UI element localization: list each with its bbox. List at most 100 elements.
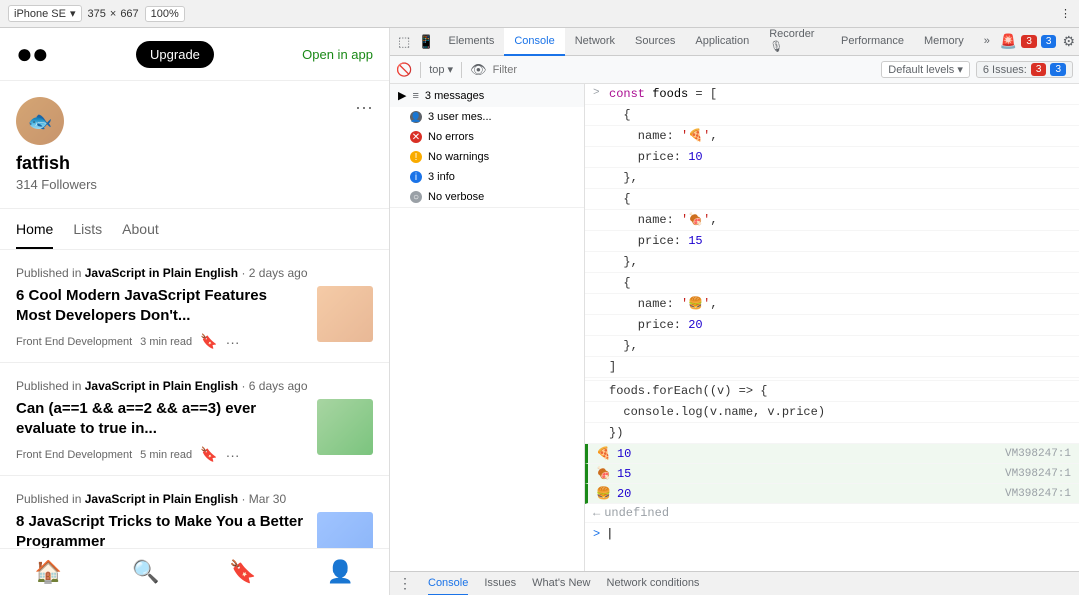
console-code-line: > const foods = [: [585, 84, 1079, 105]
default-levels-dropdown[interactable]: Default levels ▾: [881, 61, 970, 78]
tab-elements[interactable]: Elements: [438, 28, 504, 56]
sidebar-item-user-messages[interactable]: 👤 3 user mes...: [390, 107, 584, 127]
profile-header: 🐟 ···: [16, 97, 373, 145]
medium-topbar: ●● Upgrade Open in app: [0, 28, 389, 81]
height-value: 667: [120, 8, 138, 20]
console-code-line: name: '🍖',: [585, 210, 1079, 231]
tab-memory[interactable]: Memory: [914, 28, 974, 56]
zoom-selector[interactable]: 100%: [145, 6, 185, 22]
bottom-bar-options-icon[interactable]: ⋮: [398, 575, 412, 592]
bottom-tab-issues[interactable]: Issues: [484, 572, 516, 595]
output-source-3: VM398247:1: [1005, 488, 1071, 500]
article-title[interactable]: 8 JavaScript Tricks to Make You a Better…: [16, 512, 305, 551]
upgrade-button[interactable]: Upgrade: [136, 41, 214, 68]
no-errors-label: No errors: [428, 131, 474, 143]
article-title[interactable]: Can (a==1 && a==2 && a==3) ever evaluate…: [16, 399, 305, 438]
clear-console-icon[interactable]: 🚫: [396, 62, 412, 78]
issues-icon[interactable]: 🚨: [1000, 33, 1017, 50]
no-warnings-label: No warnings: [428, 151, 489, 163]
tab-recorder[interactable]: Recorder 🎙: [759, 28, 831, 56]
tab-performance[interactable]: Performance: [831, 28, 914, 56]
sidebar-group-messages-header[interactable]: ▶ ≡ 3 messages: [390, 84, 584, 107]
console-code-line: }): [585, 423, 1079, 444]
profile-options-icon[interactable]: ···: [355, 97, 373, 118]
tab-sources[interactable]: Sources: [625, 28, 685, 56]
nav-tab-home[interactable]: Home: [16, 221, 53, 249]
output-source-1: VM398247:1: [1005, 448, 1071, 460]
console-prompt[interactable]: > |: [585, 523, 1079, 545]
dimensions-display: 375 × 667: [88, 8, 139, 20]
article-time: · 6 days ago: [241, 379, 307, 393]
articles-list: Published in JavaScript in Plain English…: [0, 250, 389, 581]
article-item: Published in JavaScript in Plain English…: [0, 250, 389, 363]
sidebar-item-no-warnings[interactable]: ! No warnings: [390, 147, 584, 167]
tab-console[interactable]: Console: [504, 28, 564, 56]
eye-filter-icon[interactable]: 👁: [470, 62, 487, 78]
bookmark-icon[interactable]: 🔖: [200, 333, 217, 350]
bottom-tab-whats-new[interactable]: What's New: [532, 572, 590, 595]
console-code-line: price: 15: [585, 231, 1079, 252]
output-source-2: VM398247:1: [1005, 468, 1071, 480]
top-dropdown-button[interactable]: top ▾: [429, 63, 453, 76]
bottom-nav-search[interactable]: 🔍: [132, 559, 159, 585]
output-emoji-3: 🍔: [596, 486, 611, 501]
article-title[interactable]: 6 Cool Modern JavaScript Features Most D…: [16, 286, 305, 325]
nav-tab-about[interactable]: About: [122, 221, 159, 249]
console-sidebar: ▶ ≡ 3 messages 👤 3 user mes... ✕ No erro…: [390, 84, 585, 571]
user-messages-label: 3 user mes...: [428, 111, 492, 123]
undefined-arrow-icon: ←: [593, 506, 600, 520]
info-label: 3 info: [428, 171, 455, 183]
profile-nav: Home Lists About: [0, 209, 389, 250]
expand-chevron-icon: ▶: [398, 89, 406, 102]
tab-application[interactable]: Application: [685, 28, 759, 56]
devtools-inspect-icon[interactable]: ⬚: [394, 34, 414, 50]
devtools-device-icon[interactable]: 📱: [414, 34, 438, 50]
console-code-line: },: [585, 336, 1079, 357]
list-icon: ≡: [412, 90, 418, 102]
errors-icon: ✕: [410, 131, 422, 143]
console-output-value-3: 🍔 20 VM398247:1: [585, 484, 1079, 504]
article-more-icon[interactable]: ···: [226, 447, 240, 463]
undefined-text: undefined: [604, 506, 669, 520]
article-publication: JavaScript in Plain English: [85, 266, 238, 280]
settings-icon[interactable]: ⚙: [1062, 33, 1075, 50]
bottom-nav: 🏠 🔍 🔖 👤: [0, 548, 389, 595]
devtools-panel: ⬚ 📱 Elements Console Network Sources App…: [390, 28, 1079, 595]
tab-more[interactable]: »: [974, 28, 1000, 56]
sidebar-item-no-errors[interactable]: ✕ No errors: [390, 127, 584, 147]
filter-input[interactable]: [493, 64, 876, 76]
profile-followers-count: 314 Followers: [16, 177, 373, 192]
device-dropdown-icon[interactable]: ▾: [70, 7, 76, 20]
article-more-icon[interactable]: ···: [226, 334, 240, 350]
console-output-value-2: 🍖 15 VM398247:1: [585, 464, 1079, 484]
tab-network[interactable]: Network: [565, 28, 625, 56]
article-time: · Mar 30: [241, 492, 286, 506]
bottom-nav-home[interactable]: 🏠: [35, 559, 62, 585]
verbose-icon: ○: [410, 191, 422, 203]
bottom-nav-bookmark[interactable]: 🔖: [229, 559, 256, 585]
nav-tab-lists[interactable]: Lists: [73, 221, 102, 249]
article-footer: Front End Development 5 min read 🔖 ···: [16, 446, 305, 463]
zoom-value: 100%: [151, 8, 179, 20]
width-value: 375: [88, 8, 106, 20]
bottom-tab-network-conditions[interactable]: Network conditions: [607, 572, 700, 595]
bottom-tab-console[interactable]: Console: [428, 572, 468, 595]
error-count-badge: 3: [1021, 35, 1037, 48]
bookmark-icon[interactable]: 🔖: [200, 446, 217, 463]
sidebar-item-info[interactable]: i 3 info: [390, 167, 584, 187]
more-options-icon[interactable]: ⋮: [1060, 7, 1071, 20]
console-output-value-1: 🍕 10 VM398247:1: [585, 444, 1079, 464]
console-code-line: {: [585, 273, 1079, 294]
profile-username: fatfish: [16, 153, 373, 174]
console-code-line: name: '🍕',: [585, 126, 1079, 147]
device-selector[interactable]: iPhone SE ▾: [8, 5, 82, 22]
console-code-line: {: [585, 105, 1079, 126]
open-in-app-button[interactable]: Open in app: [302, 47, 373, 62]
sidebar-item-no-verbose[interactable]: ○ No verbose: [390, 187, 584, 207]
console-undefined-line: ← undefined: [585, 504, 1079, 523]
mobile-panel: ●● Upgrade Open in app 🐟 ··· fatfish 314…: [0, 28, 390, 595]
issues-blue-badge: 3: [1050, 63, 1066, 76]
article-thumbnail: [317, 286, 373, 342]
bottom-nav-profile[interactable]: 👤: [327, 559, 354, 585]
console-code-line: price: 10: [585, 147, 1079, 168]
